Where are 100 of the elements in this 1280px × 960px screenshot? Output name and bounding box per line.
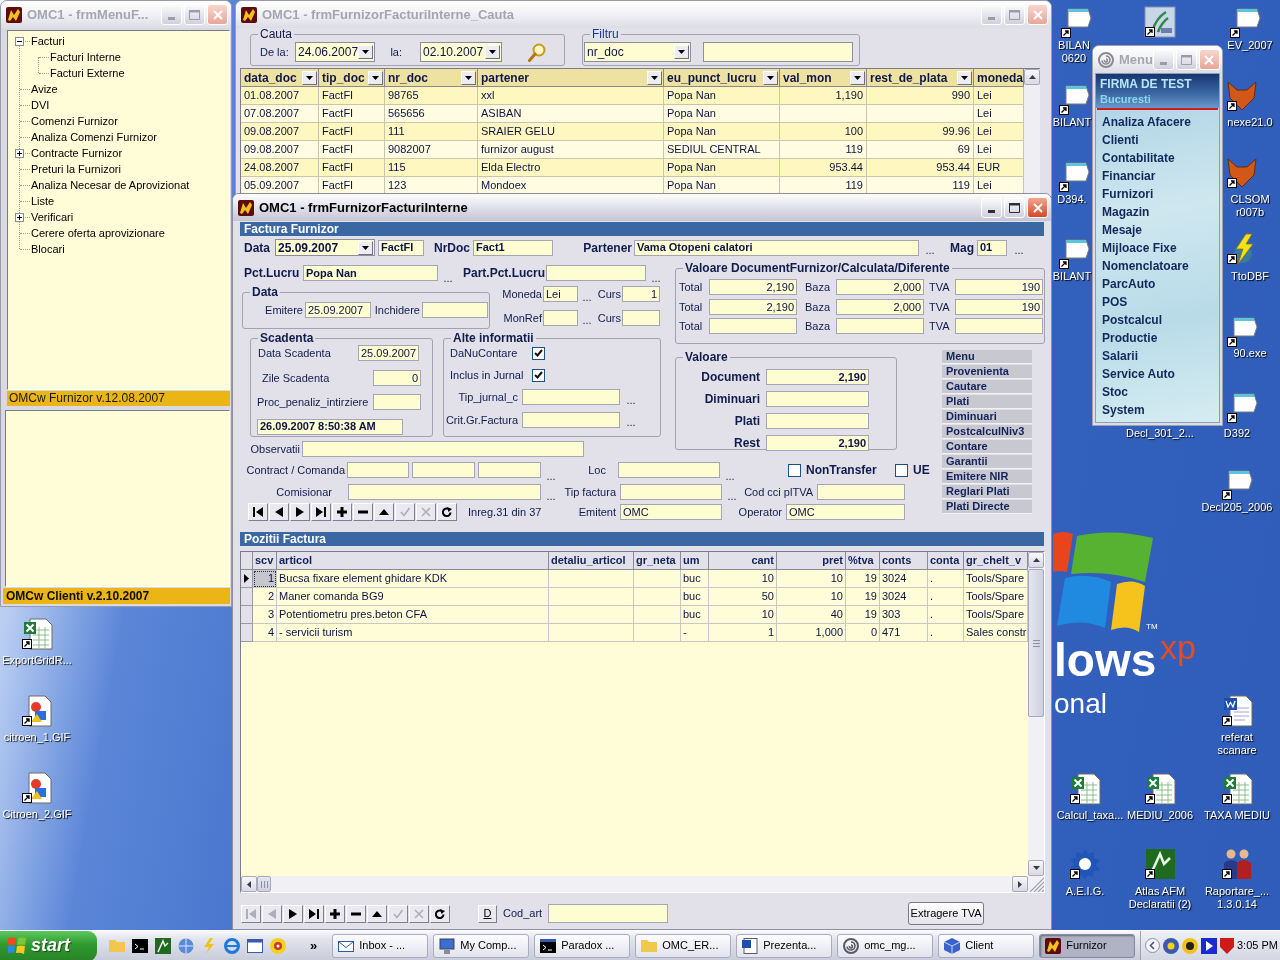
timestamp-field[interactable]: 26.09.2007 8:50:38 AM bbox=[257, 418, 403, 435]
text-field[interactable] bbox=[522, 389, 620, 406]
side-menu-button[interactable]: PostcalculNiv3 bbox=[942, 425, 1032, 439]
text-field[interactable] bbox=[543, 309, 578, 326]
text-field[interactable]: Vama Otopeni calatori bbox=[634, 239, 919, 256]
desktop-icon-label[interactable]: A.E.I.G. bbox=[1065, 885, 1105, 898]
dropdown-button[interactable] bbox=[763, 70, 778, 85]
zigzag-tile-icon[interactable] bbox=[155, 937, 171, 954]
animal-head-icon[interactable] bbox=[1226, 80, 1258, 112]
ellipsis-button[interactable]: ... bbox=[582, 315, 592, 325]
desktop-icon-label[interactable]: TAXA MEDIU bbox=[1204, 809, 1270, 822]
globe-icon[interactable] bbox=[178, 937, 194, 954]
more-button[interactable]: » bbox=[310, 938, 318, 953]
text-field[interactable]: 190 bbox=[955, 298, 1043, 315]
text-field[interactable]: 0 bbox=[373, 369, 421, 386]
text-field[interactable] bbox=[347, 462, 409, 478]
refresh-button[interactable] bbox=[430, 904, 450, 923]
d-button[interactable]: D bbox=[478, 904, 497, 923]
text-field[interactable]: 190 bbox=[955, 279, 1043, 296]
filter-field[interactable] bbox=[703, 42, 853, 62]
side-menu-button[interactable]: Reglari Plati bbox=[942, 485, 1032, 499]
desktop-icon-label[interactable]: MEDIU_2006 bbox=[1126, 809, 1193, 822]
dropdown-button[interactable] bbox=[674, 45, 689, 59]
side-menu-button[interactable]: Plati bbox=[942, 395, 1032, 409]
ellipsis-button[interactable]: ... bbox=[651, 273, 661, 283]
text-field[interactable] bbox=[373, 394, 421, 411]
tree-item[interactable]: Cerere oferta aprovizionare bbox=[31, 225, 165, 241]
menu-item[interactable]: Contabilitate bbox=[1096, 149, 1219, 167]
ellipsis-button[interactable]: ... bbox=[626, 417, 636, 427]
taskbar-button[interactable]: OMC_ER... bbox=[635, 933, 732, 958]
spreadsheet-icon[interactable] bbox=[1144, 773, 1176, 805]
desktop-icon-label[interactable]: CLSOM r007b bbox=[1230, 193, 1270, 219]
side-menu-button[interactable]: Emitere NIR bbox=[942, 470, 1032, 484]
image-file-icon[interactable] bbox=[21, 695, 53, 727]
text-field[interactable]: 01 bbox=[977, 239, 1007, 256]
desktop-icon-label[interactable]: BILANT bbox=[1052, 116, 1092, 129]
date-dropdown[interactable]: 02.10.2007 bbox=[420, 42, 502, 62]
taskbar-button[interactable]: Paradox ... bbox=[534, 933, 631, 958]
text-field[interactable] bbox=[766, 391, 869, 407]
tree-item[interactable]: Contracte Furnizor bbox=[31, 145, 123, 161]
text-field[interactable] bbox=[348, 484, 541, 500]
search-icon[interactable] bbox=[528, 42, 546, 62]
dropdown-button[interactable] bbox=[302, 70, 317, 85]
text-field[interactable]: Fact1 bbox=[473, 239, 553, 256]
scroll-thumb[interactable] bbox=[1028, 569, 1044, 717]
horizontal-scrollbar[interactable] bbox=[241, 876, 1044, 892]
tree-item[interactable]: Preturi la Furnizori bbox=[31, 161, 121, 177]
scroll-thumb[interactable] bbox=[257, 876, 271, 892]
menu-item[interactable]: Clienti bbox=[1096, 131, 1219, 149]
menu-item[interactable]: ParcAuto bbox=[1096, 275, 1219, 293]
dropdown-button[interactable] bbox=[461, 70, 476, 85]
add-record-button[interactable] bbox=[332, 503, 352, 521]
text-field[interactable]: Popa Nan bbox=[303, 265, 438, 281]
tree-item[interactable]: Avize bbox=[31, 81, 58, 97]
checkbox[interactable] bbox=[895, 463, 908, 477]
menu-item[interactable]: Service Auto bbox=[1096, 365, 1219, 383]
dropdown-button[interactable] bbox=[368, 70, 383, 85]
desktop-icon-label[interactable]: Decl_301_2... bbox=[1126, 427, 1194, 440]
taskbar-button[interactable]: Prezenta... bbox=[736, 933, 833, 958]
ellipsis-button[interactable]: ... bbox=[546, 491, 556, 501]
text-field[interactable] bbox=[618, 462, 720, 478]
tree-item[interactable]: Analiza Necesar de Aprovizionat bbox=[31, 177, 190, 193]
people-icon[interactable] bbox=[1221, 848, 1253, 880]
first-record-button[interactable] bbox=[248, 503, 268, 521]
text-field[interactable] bbox=[548, 904, 669, 923]
menu-item[interactable]: Postcalcul bbox=[1096, 311, 1219, 329]
menu-item[interactable]: Productie bbox=[1096, 329, 1219, 347]
previous-record-button[interactable] bbox=[269, 503, 289, 521]
tree-item[interactable]: Facturi bbox=[31, 33, 65, 49]
date-dropdown[interactable]: 25.09.2007 bbox=[275, 239, 375, 256]
shield-icon[interactable] bbox=[1220, 937, 1234, 954]
scroll-left-button[interactable] bbox=[241, 876, 257, 892]
text-field[interactable]: FactFI bbox=[378, 239, 424, 256]
desktop-icon-label[interactable]: Raportare_... 1.3.0.14 bbox=[1204, 885, 1270, 911]
last-record-button[interactable] bbox=[311, 503, 331, 521]
tree-item[interactable]: DVI bbox=[31, 97, 50, 113]
menu-item[interactable]: Salarii bbox=[1096, 347, 1219, 365]
delete-record-button[interactable] bbox=[353, 503, 373, 521]
spreadsheet-icon[interactable] bbox=[1221, 773, 1253, 805]
dropdown-button[interactable] bbox=[358, 240, 373, 255]
edit-record-button[interactable] bbox=[367, 904, 387, 923]
minus-box-icon[interactable] bbox=[15, 36, 24, 46]
text-field[interactable]: 2,190 bbox=[709, 298, 797, 315]
text-field[interactable]: Lei bbox=[543, 286, 578, 303]
text-field[interactable]: OMC bbox=[786, 504, 905, 520]
side-menu-button[interactable]: Cautare bbox=[942, 380, 1032, 394]
text-field[interactable] bbox=[955, 318, 1043, 335]
scroll-down-button[interactable] bbox=[1028, 860, 1044, 876]
menu-item[interactable]: Mesaje bbox=[1096, 221, 1219, 239]
file-shortcut-icon[interactable] bbox=[1058, 161, 1090, 193]
side-menu-button[interactable]: Diminuari bbox=[942, 410, 1032, 424]
tree-item[interactable]: Analiza Comenzi Furnizor bbox=[31, 129, 157, 145]
ring-bar-icon[interactable] bbox=[224, 937, 240, 954]
text-field[interactable]: 2,190 bbox=[766, 369, 869, 385]
ellipsis-button[interactable]: ... bbox=[727, 491, 737, 501]
menu-item[interactable]: Nomenclatoare bbox=[1096, 257, 1219, 275]
menu-item[interactable]: Analiza Afacere bbox=[1096, 113, 1219, 131]
filter-dropdown[interactable]: nr_doc bbox=[584, 42, 691, 62]
desktop-icon-label[interactable]: D394. bbox=[1057, 193, 1087, 206]
text-field[interactable] bbox=[422, 302, 488, 319]
